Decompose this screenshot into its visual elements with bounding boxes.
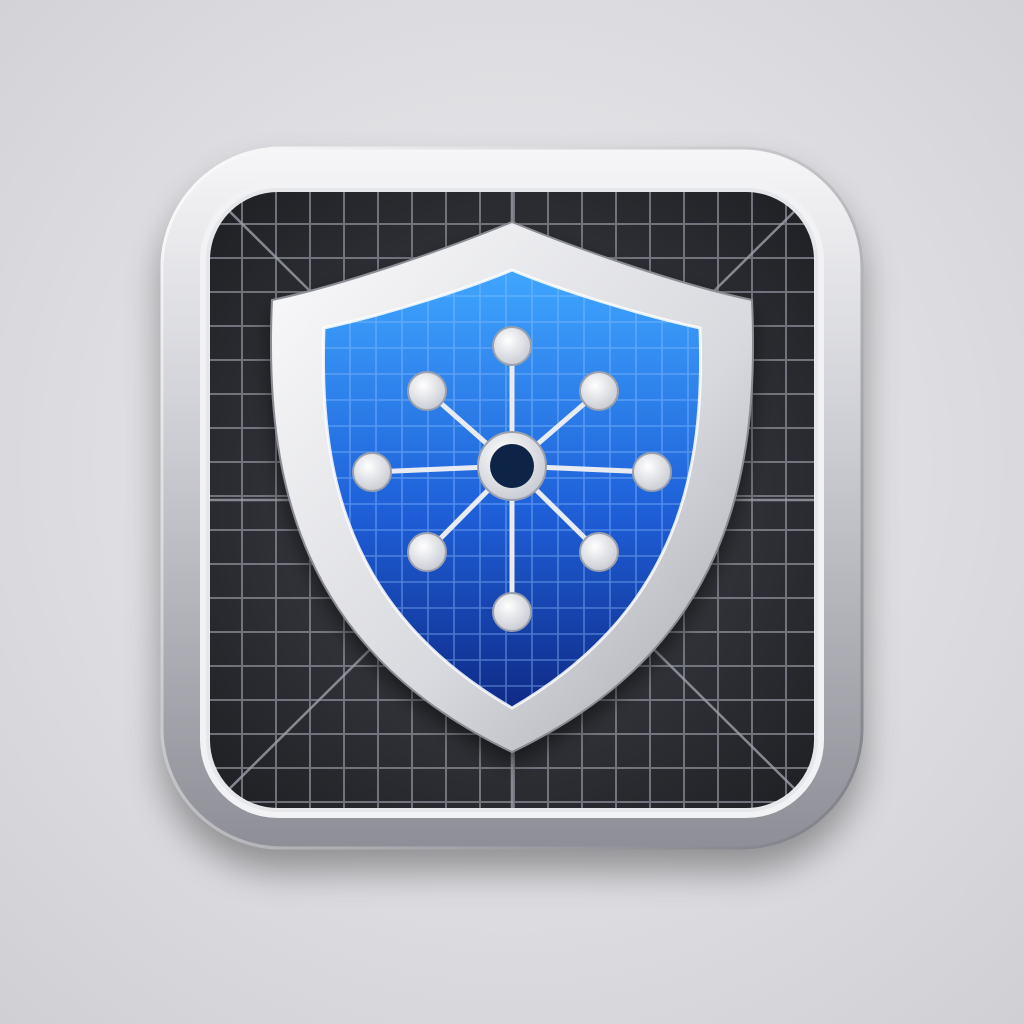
network-node	[632, 452, 672, 492]
app-icon	[160, 146, 864, 850]
network-node	[579, 371, 619, 411]
network-node	[352, 452, 392, 492]
network-node	[492, 592, 532, 632]
network-node	[579, 532, 619, 572]
network-node	[407, 532, 447, 572]
network-node	[407, 371, 447, 411]
network-node	[492, 326, 532, 366]
network-center-node	[477, 431, 547, 501]
icon-canvas	[0, 0, 1024, 1024]
